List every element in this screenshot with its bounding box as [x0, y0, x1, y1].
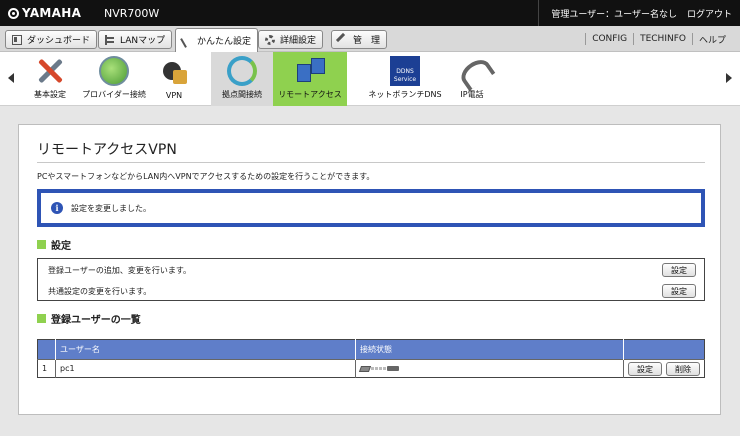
row-username: pc1: [55, 359, 356, 378]
nav-remote-access[interactable]: リモートアクセス: [273, 52, 347, 106]
info-icon: i: [51, 202, 63, 214]
site-connect-icon: [227, 56, 257, 86]
config-link[interactable]: CONFIG: [586, 34, 633, 44]
phone-icon: [457, 56, 487, 86]
row-number: 1: [37, 359, 56, 378]
section-marker-icon: [37, 240, 46, 249]
help-link[interactable]: ヘルプ: [693, 33, 732, 46]
row-status: [355, 359, 624, 378]
col-actions-header: [623, 339, 705, 360]
delete-user-button[interactable]: 削除: [666, 361, 700, 376]
settings-heading: 設定: [37, 237, 71, 252]
model-name: NVR700W: [104, 7, 160, 20]
col-number-header: [37, 339, 56, 360]
section-marker-icon: [37, 314, 46, 323]
common-settings-button[interactable]: 設定: [662, 284, 696, 298]
users-heading: 登録ユーザーの一覧: [37, 311, 141, 326]
notice-box: i 設定を変更しました。: [37, 189, 705, 227]
registered-users-table: ユーザー名 接続状態 1 pc1 設定 削除: [37, 339, 705, 378]
tab-management[interactable]: 管 理: [331, 30, 388, 49]
settings-row: 登録ユーザーの追加、変更を行います。 設定: [48, 260, 696, 280]
lan-map-icon: [105, 34, 115, 45]
table-header-row: ユーザー名 接続状態: [37, 339, 705, 360]
nav-ip-phone[interactable]: IP電話: [452, 52, 492, 106]
title-divider: [37, 162, 705, 163]
page-title: リモートアクセスVPN: [37, 142, 177, 158]
nav-provider-connection[interactable]: プロバイダー接続: [76, 52, 152, 106]
tool-icon: [335, 32, 351, 47]
globe-icon: [99, 56, 129, 86]
nav-basic-settings[interactable]: 基本設定: [26, 52, 74, 106]
yamaha-logo-icon: [8, 7, 19, 19]
scroll-right-arrow-icon[interactable]: [726, 73, 732, 83]
nav-vpn[interactable]: VPN: [154, 52, 194, 106]
settings-row-text: 登録ユーザーの追加、変更を行います。: [48, 265, 192, 275]
tab-easy-setup[interactable]: かんたん設定: [175, 28, 259, 52]
edit-user-button[interactable]: 設定: [628, 361, 662, 376]
nav-netvolante-dns[interactable]: DDNS Service ネットボランチDNS: [366, 52, 444, 106]
tab-dashboard[interactable]: ダッシュボード: [5, 30, 98, 49]
content-panel: リモートアクセスVPN PCやスマートフォンなどからLAN内へVPNでアクセスす…: [18, 124, 721, 415]
ddns-icon: DDNS Service: [390, 56, 420, 86]
page-intro: PCやスマートフォンなどからLAN内へVPNでアクセスするための設定を行うことが…: [37, 172, 375, 181]
easy-setup-icon-nav: 基本設定 プロバイダー接続 VPN 拠点間接続 リモートアクセス DDNS Se…: [0, 52, 740, 106]
wand-icon: [180, 33, 194, 48]
scroll-left-arrow-icon[interactable]: [8, 73, 14, 83]
settings-box: 登録ユーザーの追加、変更を行います。 設定 共通設定の変更を行います。 設定: [37, 258, 705, 301]
col-status-header: 接続状態: [355, 339, 624, 360]
remote-access-icon: [295, 56, 325, 86]
tools-icon: [35, 56, 65, 86]
top-bar: YAMAHA NVR700W 管理ユーザー：ユーザー名なし ログアウト: [0, 0, 740, 26]
settings-row-text: 共通設定の変更を行います。: [48, 286, 152, 296]
gear-icon: [265, 34, 275, 45]
yamaha-logo: YAMAHA: [8, 6, 81, 20]
tab-advanced-settings[interactable]: 詳細設定: [258, 30, 324, 49]
col-username-header: ユーザー名: [55, 339, 356, 360]
nav-site-to-site[interactable]: 拠点間接続: [211, 52, 273, 106]
admin-user-label: 管理ユーザー：ユーザー名なし: [551, 9, 677, 20]
logout-link[interactable]: ログアウト: [687, 7, 732, 20]
vpn-lock-icon: [159, 58, 189, 88]
connection-status-icon: [358, 365, 399, 372]
tab-lan-map[interactable]: LANマップ: [98, 30, 173, 49]
notice-text: 設定を変更しました。: [71, 203, 151, 213]
table-row: 1 pc1 設定 削除: [37, 359, 705, 378]
techinfo-link[interactable]: TECHINFO: [634, 34, 692, 44]
user-settings-button[interactable]: 設定: [662, 263, 696, 277]
settings-row: 共通設定の変更を行います。 設定: [48, 281, 696, 301]
main-menu-bar: ダッシュボード LANマップ かんたん設定 詳細設定 管 理 CONFIG TE…: [0, 26, 740, 52]
dashboard-icon: [12, 34, 22, 45]
